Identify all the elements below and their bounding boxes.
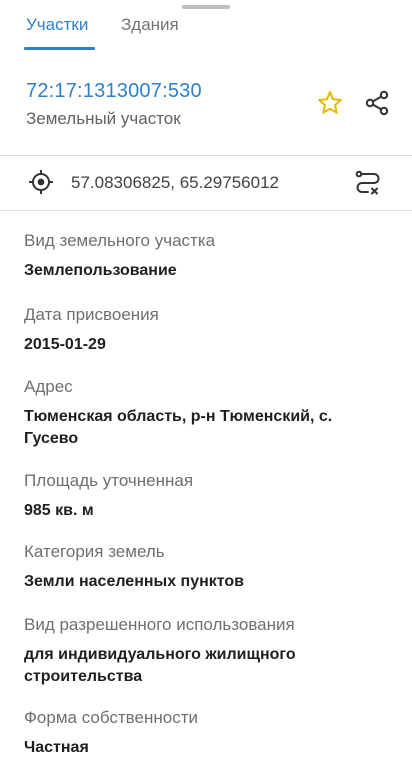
- tab-bar: Участки Здания: [0, 0, 412, 52]
- property-value: 2015-01-29: [24, 336, 106, 353]
- property-value: Земли населенных пунктов: [24, 573, 245, 590]
- property-value: Землепользование: [24, 262, 177, 279]
- property-area: Площадь уточненная 985 кв. м: [24, 470, 388, 522]
- property-value: Частная: [24, 739, 89, 756]
- property-label: Площадь уточненная: [24, 471, 194, 490]
- property-label: Адрес: [24, 377, 73, 396]
- property-label: Вид земельного участка: [24, 231, 216, 250]
- crosshair-icon[interactable]: [28, 169, 54, 195]
- tab-buildings[interactable]: Здания: [121, 14, 179, 36]
- active-tab-indicator: [24, 47, 95, 50]
- route-icon[interactable]: [353, 167, 383, 197]
- property-value: для индивидуального жилищного строительс…: [24, 646, 296, 685]
- divider: [0, 210, 412, 211]
- property-assignment-date: Дата присвоения 2015-01-29: [24, 304, 388, 356]
- tab-plots[interactable]: Участки: [26, 14, 88, 36]
- property-label: Форма собственности: [24, 708, 198, 727]
- property-label: Вид разрешенного использования: [24, 615, 295, 634]
- property-land-category: Категория земель Земли населенных пункто…: [24, 541, 388, 593]
- coordinates-text[interactable]: 57.08306825, 65.29756012: [71, 172, 279, 194]
- property-label: Дата присвоения: [24, 305, 159, 324]
- star-icon[interactable]: [316, 89, 344, 117]
- property-address: Адрес Тюменская область, р-н Тюменский, …: [24, 376, 388, 450]
- divider: [0, 155, 412, 156]
- property-sheet: Участки Здания 72:17:1313007:530 Земельн…: [0, 0, 412, 768]
- share-icon[interactable]: [363, 89, 391, 117]
- property-land-type: Вид земельного участка Землепользование: [24, 230, 388, 282]
- object-type: Земельный участок: [26, 109, 181, 128]
- property-value: Тюменская область, р-н Тюменский, с. Гус…: [24, 408, 333, 447]
- cadastral-number[interactable]: 72:17:1313007:530: [26, 79, 202, 103]
- property-label: Категория земель: [24, 542, 165, 561]
- property-ownership: Форма собственности Частная: [24, 707, 388, 759]
- property-value: 985 кв. м: [24, 502, 94, 519]
- property-permitted-use: Вид разрешенного использования для индив…: [24, 614, 388, 688]
